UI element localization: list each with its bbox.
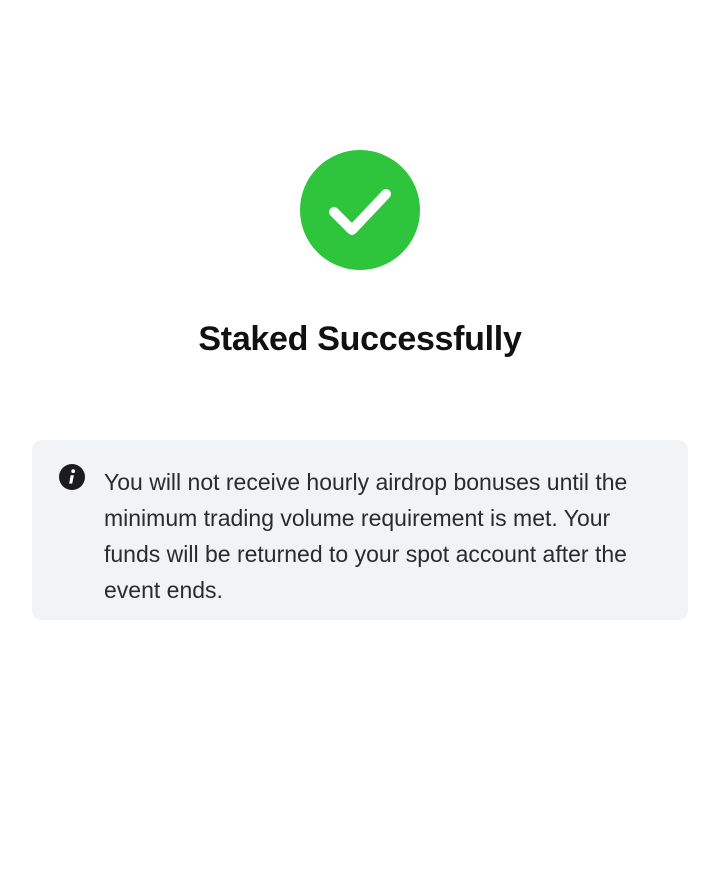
check-circle-icon	[300, 150, 420, 270]
info-icon	[58, 463, 86, 491]
notice-message: You will not receive hourly airdrop bonu…	[104, 469, 628, 603]
info-notice: You will not receive hourly airdrop bonu…	[32, 440, 688, 620]
page-title: Staked Successfully	[198, 320, 522, 358]
stake-success-screen: Staked Successfully You will not receive…	[0, 0, 720, 886]
